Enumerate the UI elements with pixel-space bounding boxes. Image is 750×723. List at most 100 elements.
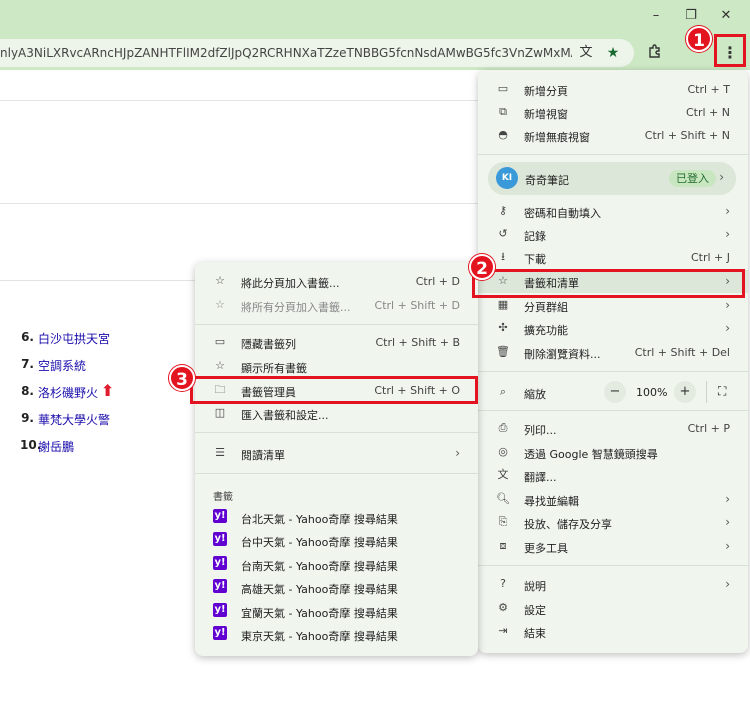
bookmark-item[interactable]: y! 台南天氣 - Yahoo奇摩 搜尋結果 — [195, 553, 478, 576]
close-window-button[interactable]: ✕ — [712, 6, 740, 26]
menu-item-hide-bookmarks-bar[interactable]: ▭ 隱藏書籤列 Ctrl + Shift + B — [195, 331, 478, 354]
menu-item-translate[interactable]: 文 翻譯... — [478, 464, 748, 487]
menu-item-extensions[interactable]: ✣ 擴充功能 › — [478, 317, 748, 340]
yahoo-favicon-icon: y! — [213, 626, 227, 640]
yahoo-favicon-icon: y! — [213, 532, 227, 546]
menu-item-reading-list[interactable]: ☰ 閱讀清單 › — [195, 442, 478, 465]
maximize-button[interactable]: ❐ — [677, 6, 705, 26]
menu-item-history[interactable]: ↺ 記錄 › — [478, 223, 748, 246]
bookmarks-submenu: ☆ 將此分頁加入書籤... Ctrl + D ☆ 將所有分頁加入書籤... Ct… — [195, 262, 478, 656]
chevron-right-icon: › — [725, 492, 730, 506]
list-item[interactable]: 6. 白沙屯拱天宮 — [20, 330, 220, 350]
menu-item-bookmark-all[interactable]: ☆ 將所有分頁加入書籤... Ctrl + Shift + D — [195, 294, 478, 317]
share-icon: ⎘ — [498, 515, 508, 528]
highlight-menu-button — [714, 34, 746, 67]
star-icon: ☆ — [215, 274, 225, 287]
menu-item-google-lens[interactable]: ◎ 透過 Google 智慧鏡頭搜尋 — [478, 441, 748, 464]
bookmark-item[interactable]: y! 台中天氣 - Yahoo奇摩 搜尋結果 — [195, 529, 478, 552]
menu-item-new-window[interactable]: ⧉ 新增視窗 Ctrl + N — [478, 101, 748, 124]
printer-icon: ⎙ — [498, 421, 508, 434]
incognito-icon: ◓ — [498, 128, 508, 141]
menu-item-print[interactable]: ⎙ 列印... Ctrl + P — [478, 417, 748, 440]
toolbox-icon: ⧈ — [499, 539, 507, 552]
menu-item-help[interactable]: ? 說明 › — [478, 573, 748, 596]
menu-item-downloads[interactable]: ⭳ 下載 Ctrl + J — [478, 246, 748, 269]
yahoo-favicon-icon: y! — [213, 603, 227, 617]
new-window-icon: ⧉ — [499, 105, 507, 118]
yahoo-favicon-icon: y! — [213, 556, 227, 570]
import-icon: ◫ — [214, 406, 226, 419]
menu-separator — [478, 154, 748, 155]
menu-separator — [195, 432, 478, 433]
menu-item-clear-data[interactable]: 🗑 刪除瀏覽資料... Ctrl + Shift + Del — [478, 341, 748, 364]
bookmark-star-icon[interactable]: ★ — [603, 43, 623, 63]
trending-link[interactable]: 白沙屯拱天宮 — [38, 330, 110, 347]
bookmark-item[interactable]: y! 宜蘭天氣 - Yahoo奇摩 搜尋結果 — [195, 600, 478, 623]
trending-link[interactable]: 華梵大學火警 — [38, 411, 110, 428]
chevron-right-icon: › — [725, 515, 730, 529]
menu-separator — [195, 473, 478, 474]
menu-item-passwords[interactable]: ⚷ 密碼和自動填入 › — [478, 200, 748, 223]
translate-icon[interactable]: 文 — [576, 43, 596, 63]
star-icon: ☆ — [215, 298, 225, 311]
zoom-in-button[interactable]: + — [674, 381, 696, 403]
list-item[interactable]: 9. 華梵大學火警 — [20, 411, 220, 431]
fullscreen-icon[interactable]: ⛶ — [718, 384, 726, 399]
download-icon: ⭳ — [501, 250, 505, 263]
step-2-badge: 2 — [469, 254, 495, 280]
chevron-right-icon: › — [455, 446, 460, 460]
help-icon: ? — [500, 577, 506, 590]
menu-separator — [478, 371, 748, 372]
find-icon: 🔍︎ — [496, 492, 510, 505]
yahoo-favicon-icon: y! — [213, 509, 227, 523]
menu-item-show-all-bookmarks[interactable]: ☆ 顯示所有書籤 — [195, 355, 478, 378]
trending-link[interactable]: 洛杉磯野火 — [38, 384, 98, 401]
trending-link[interactable]: 謝岳鵬 — [38, 438, 74, 455]
menu-item-settings[interactable]: ⚙ 設定 — [478, 597, 748, 620]
bookmark-item[interactable]: y! 東京天氣 - Yahoo奇摩 搜尋結果 — [195, 623, 478, 646]
bookmarks-section-title: 書籤 — [213, 492, 233, 503]
menu-item-more-tools[interactable]: ⧈ 更多工具 › — [478, 535, 748, 558]
zoom-level: 100% — [636, 386, 668, 399]
menu-item-bookmark-tab[interactable]: ☆ 將此分頁加入書籤... Ctrl + D — [195, 270, 478, 293]
chevron-right-icon: › — [725, 298, 730, 312]
menu-item-exit[interactable]: ⇥ 結束 — [478, 620, 748, 643]
chevron-right-icon: › — [725, 204, 730, 218]
menu-item-new-tab[interactable]: ▭ 新增分頁 Ctrl + T — [478, 78, 748, 101]
history-icon: ↺ — [498, 227, 508, 240]
trending-up-icon: ⬆ — [101, 381, 115, 400]
menu-item-find-edit[interactable]: 🔍︎ 尋找並編輯 › — [478, 488, 748, 511]
key-icon: ⚷ — [498, 204, 508, 217]
list-item[interactable]: 10. 謝岳鵬 — [20, 438, 220, 458]
menu-separator — [195, 324, 478, 325]
step-3-badge: 3 — [169, 365, 195, 391]
divider — [706, 381, 707, 403]
bookmarks-bar-icon: ▭ — [214, 335, 226, 348]
avatar: KI — [496, 167, 518, 189]
bookmark-item[interactable]: y! 高雄天氣 - Yahoo奇摩 搜尋結果 — [195, 576, 478, 599]
step-1-badge: 1 — [686, 26, 712, 52]
exit-icon: ⇥ — [498, 624, 508, 637]
chevron-right-icon: › — [725, 539, 730, 553]
extensions-icon[interactable] — [645, 43, 665, 63]
divider — [0, 280, 195, 281]
trending-link[interactable]: 空調系統 — [38, 357, 86, 374]
profile-name: 奇奇筆記 — [525, 174, 569, 187]
menu-item-zoom: ⌕ 縮放 − 100% + ⛶ — [478, 379, 748, 405]
title-bar: – ❐ ✕ — [0, 0, 750, 36]
translate-icon: 文 — [497, 468, 509, 481]
minimize-button[interactable]: – — [642, 6, 670, 26]
gear-icon: ⚙ — [498, 601, 508, 614]
lens-icon: ◎ — [498, 445, 508, 458]
menu-item-import-bookmarks[interactable]: ◫ 匯入書籤和設定... — [195, 402, 478, 425]
profile-row[interactable]: KI 奇奇筆記 已登入 › — [488, 162, 736, 195]
menu-item-new-incognito[interactable]: ◓ 新增無痕視窗 Ctrl + Shift + N — [478, 124, 748, 147]
bookmark-item[interactable]: y! 台北天氣 - Yahoo奇摩 搜尋結果 — [195, 506, 478, 529]
zoom-out-button[interactable]: − — [604, 381, 626, 403]
menu-item-cast-save-share[interactable]: ⎘ 投放、儲存及分享 › — [478, 511, 748, 534]
chevron-right-icon: › — [719, 170, 724, 184]
divider — [0, 203, 480, 204]
star-icon: ☆ — [215, 359, 225, 372]
url-text[interactable]: nlyA3NiLXRvcARncHJpZANHTFlIM2dfZlJpQ2RCR… — [0, 46, 572, 60]
highlight-bookmark-manager — [190, 376, 478, 404]
